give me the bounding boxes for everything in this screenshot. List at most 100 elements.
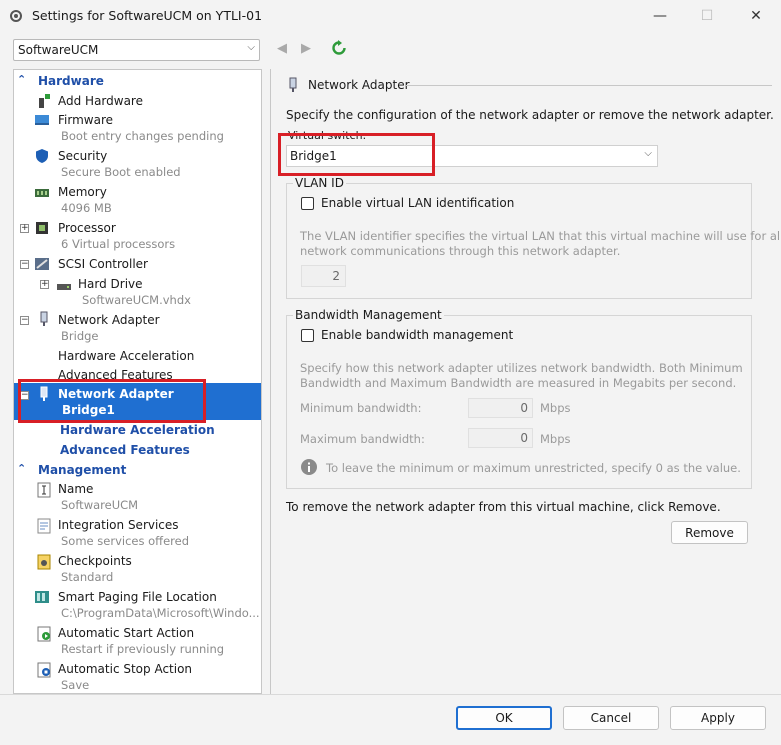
min-bandwidth-value: 0	[520, 401, 528, 415]
tree-item-advanced-features-2[interactable]: Advanced Features	[60, 443, 190, 457]
cancel-button[interactable]: Cancel	[563, 706, 659, 730]
panel-description: Specify the configuration of the network…	[286, 108, 774, 122]
title-divider	[406, 85, 772, 86]
processor-icon	[36, 222, 48, 234]
bandwidth-help-text-2: Bandwidth and Maximum Bandwidth are meas…	[300, 376, 737, 390]
collapse-icon: ⌃	[17, 462, 27, 475]
vlan-checkbox-label: Enable virtual LAN identification	[321, 196, 515, 210]
maximize-icon: ☐	[700, 8, 714, 24]
tree-item-network-adapter[interactable]: Network Adapter	[58, 313, 160, 327]
tree-item-security[interactable]: Security	[58, 149, 107, 163]
vm-selector-value: SoftwareUCM	[18, 43, 99, 57]
tree-item-memory[interactable]: Memory	[58, 185, 107, 199]
tree-item-hard-drive[interactable]: Hard Drive	[78, 277, 143, 291]
max-bandwidth-label: Maximum bandwidth:	[300, 432, 425, 446]
tree-item-memory-detail: 4096 MB	[61, 201, 112, 215]
tree-item-checkpoints-detail: Standard	[61, 570, 114, 584]
tree-item-auto-start[interactable]: Automatic Start Action	[58, 626, 194, 640]
footer-divider	[0, 694, 781, 695]
collapse-tree-icon[interactable]: −	[20, 316, 29, 325]
minimize-button[interactable]: —	[637, 0, 683, 32]
ok-button[interactable]: OK	[456, 706, 552, 730]
hardware-section-header[interactable]: ⌃ Hardware	[14, 73, 261, 90]
scsi-controller-icon	[35, 258, 49, 270]
tree-item-smart-paging-detail: C:\ProgramData\Microsoft\Windo...	[61, 606, 260, 620]
title-bar: Settings for SoftwareUCM on YTLI-01 — ☐ …	[0, 0, 781, 32]
network-adapter-icon	[40, 311, 48, 326]
remove-instructions: To remove the network adapter from this …	[286, 500, 721, 514]
bandwidth-group-title: Bandwidth Management	[293, 308, 444, 322]
expand-icon[interactable]: +	[20, 224, 29, 233]
min-bandwidth-unit: Mbps	[540, 401, 571, 415]
max-bandwidth-value: 0	[520, 431, 528, 445]
vlan-help-text: The VLAN identifier specifies the virtua…	[300, 229, 781, 243]
bandwidth-checkbox-label: Enable bandwidth management	[321, 328, 514, 342]
tree-item-firmware-detail: Boot entry changes pending	[61, 129, 224, 143]
minimize-icon: —	[653, 8, 667, 24]
remove-button[interactable]: Remove	[671, 521, 748, 544]
vlan-id-value: 2	[332, 269, 340, 283]
info-text: To leave the minimum or maximum unrestri…	[326, 461, 741, 475]
tree-item-name-detail: SoftwareUCM	[61, 498, 139, 512]
close-icon: ✕	[750, 8, 762, 24]
tree-item-auto-stop-detail: Save	[61, 678, 90, 692]
checkpoints-icon	[37, 554, 51, 570]
tree-item-scsi-controller[interactable]: SCSI Controller	[58, 257, 148, 271]
tree-item-integration-services-detail: Some services offered	[61, 534, 189, 548]
auto-stop-icon	[37, 662, 51, 678]
bandwidth-checkbox[interactable]	[301, 329, 314, 342]
name-icon	[37, 482, 51, 498]
highlight-box	[278, 133, 435, 176]
tree-item-processor[interactable]: Processor	[58, 221, 116, 235]
tree-item-auto-start-detail: Restart if previously running	[61, 642, 225, 656]
collapse-tree-icon[interactable]: −	[20, 260, 29, 269]
vm-selector[interactable]: SoftwareUCM ⌵	[13, 39, 260, 61]
smart-paging-icon	[35, 591, 49, 603]
chevron-down-icon: ⌵	[247, 42, 255, 53]
tree-item-auto-stop[interactable]: Automatic Stop Action	[58, 662, 192, 676]
settings-panel: Network Adapter Specify the configuratio…	[270, 69, 781, 694]
info-icon	[301, 459, 317, 475]
tree-item-checkpoints[interactable]: Checkpoints	[58, 554, 132, 568]
vlan-id-input[interactable]: 2	[301, 265, 346, 287]
refresh-icon[interactable]	[331, 40, 347, 56]
auto-start-icon	[37, 626, 51, 642]
tree-item-processor-detail: 6 Virtual processors	[61, 237, 176, 251]
management-section-header[interactable]: ⌃ Management	[14, 462, 261, 479]
tree-item-hardware-acceleration[interactable]: Hardware Acceleration	[58, 349, 194, 363]
close-button[interactable]: ✕	[733, 0, 779, 32]
expand-icon[interactable]: +	[40, 280, 49, 289]
settings-tree: ⌃ Hardware Add Hardware Firmware Boot en…	[13, 69, 262, 694]
vlan-help-text-2: network communications through this netw…	[300, 244, 621, 258]
forward-arrow-icon[interactable]: ▶	[301, 41, 311, 56]
highlight-box	[18, 379, 206, 423]
panel-title: Network Adapter	[308, 78, 410, 92]
max-bandwidth-input[interactable]: 0	[468, 428, 533, 448]
min-bandwidth-label: Minimum bandwidth:	[300, 401, 422, 415]
min-bandwidth-input[interactable]: 0	[468, 398, 533, 418]
tree-item-smart-paging[interactable]: Smart Paging File Location	[58, 590, 217, 604]
tree-item-hardware-acceleration-2[interactable]: Hardware Acceleration	[60, 423, 215, 437]
apply-button[interactable]: Apply	[670, 706, 766, 730]
memory-icon	[35, 189, 49, 197]
vlan-checkbox[interactable]	[301, 197, 314, 210]
tree-item-add-hardware[interactable]: Add Hardware	[58, 94, 143, 108]
maximize-button: ☐	[684, 0, 730, 32]
tree-item-integration-services[interactable]: Integration Services	[58, 518, 179, 532]
tree-item-firmware[interactable]: Firmware	[58, 113, 113, 127]
firmware-icon	[35, 115, 49, 125]
max-bandwidth-unit: Mbps	[540, 432, 571, 446]
tree-item-hard-drive-detail: SoftwareUCM.vhdx	[82, 293, 191, 307]
app-icon	[10, 10, 22, 22]
tree-item-security-detail: Secure Boot enabled	[61, 165, 181, 179]
tree-item-network-adapter-detail: Bridge	[61, 329, 99, 343]
bandwidth-help-text: Specify how this network adapter utilize…	[300, 361, 743, 375]
tree-item-name[interactable]: Name	[58, 482, 93, 496]
chevron-down-icon: ⌵	[644, 148, 652, 159]
add-hardware-icon	[39, 94, 50, 108]
vlan-group-title: VLAN ID	[293, 176, 346, 190]
collapse-icon: ⌃	[17, 73, 27, 86]
back-arrow-icon[interactable]: ◀	[277, 41, 287, 56]
network-adapter-icon	[289, 77, 297, 92]
shield-icon	[36, 149, 48, 163]
